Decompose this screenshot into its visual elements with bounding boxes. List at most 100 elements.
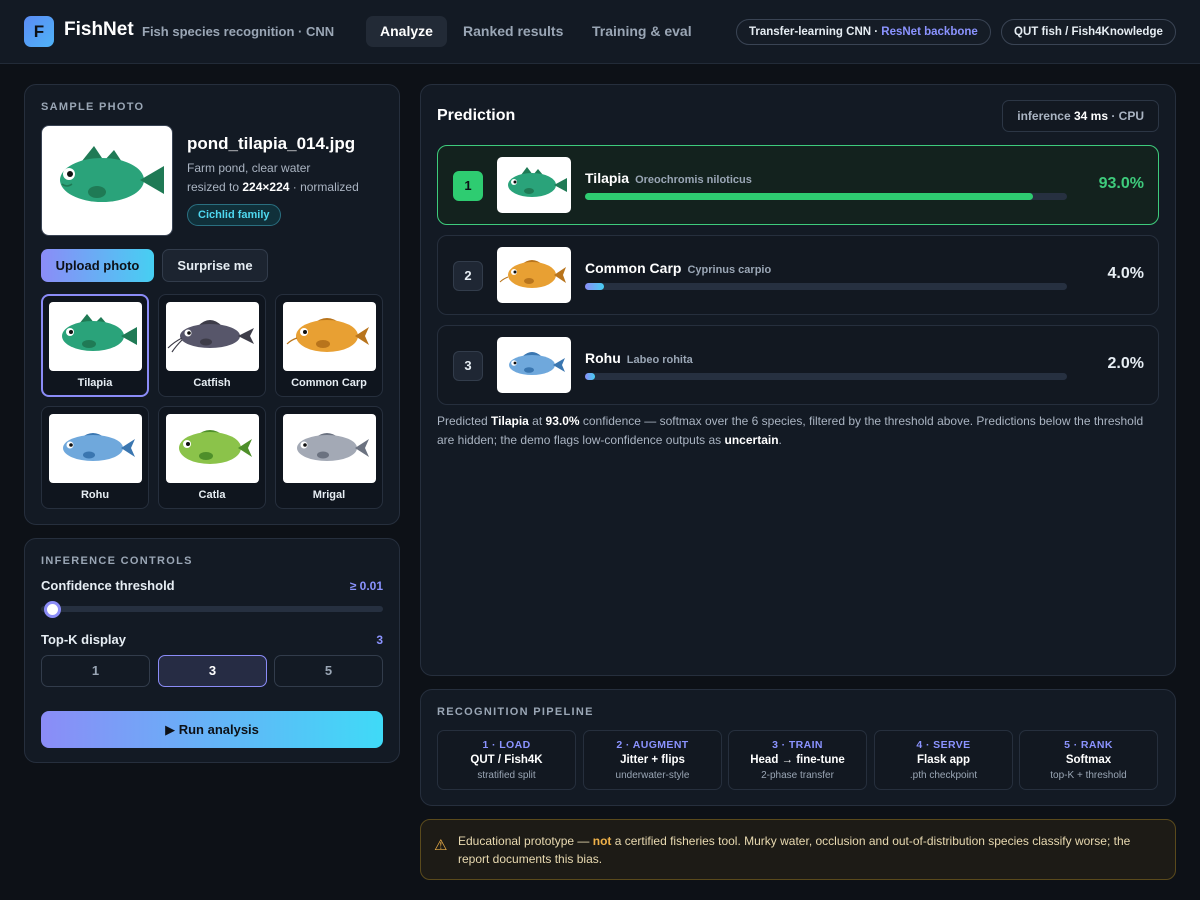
- upload-photo-button[interactable]: Upload photo: [41, 249, 154, 282]
- rank-badge: 3: [453, 351, 483, 381]
- result-common-name: Common Carp: [585, 260, 682, 276]
- confidence-bar-fill: [585, 193, 1034, 200]
- threshold-slider-track[interactable]: [41, 606, 383, 612]
- species-tile-catla[interactable]: Catla: [158, 406, 266, 509]
- tab-training-eval[interactable]: Training & eval: [578, 16, 706, 47]
- step-number: 1 · LOAD: [482, 739, 531, 751]
- step-subtitle: underwater-style: [615, 770, 690, 781]
- pipeline-step-load: 1 · LOAD QUT / Fish4K stratified split: [437, 730, 576, 790]
- step-subtitle: .pth checkpoint: [909, 770, 978, 781]
- summary-percent: 93.0%: [545, 414, 580, 428]
- species-tile-tilapia[interactable]: Tilapia: [41, 294, 149, 397]
- result-name: Rohu Labeo rohita: [585, 350, 693, 366]
- species-tile-rohu[interactable]: Rohu: [41, 406, 149, 509]
- result-card-3[interactable]: 3 Rohu Labeo rohita 2.0%: [437, 325, 1159, 405]
- result-percent: 4.0%: [1107, 265, 1144, 282]
- topk-option-3[interactable]: 3: [158, 655, 267, 687]
- tile-image-mrigal: [283, 414, 376, 483]
- disclaimer-part1: Educational prototype —: [458, 834, 593, 848]
- top-header: F FishNet Fish species recognition · CNN…: [0, 0, 1200, 64]
- result-name: Tilapia Oreochromis niloticus: [585, 170, 752, 186]
- disclaimer-text: Educational prototype — not a certified …: [458, 832, 1163, 868]
- step-subtitle: 2-phase transfer: [761, 770, 834, 781]
- step-number: 3 · TRAIN: [772, 739, 823, 751]
- threshold-slider-thumb[interactable]: [44, 601, 62, 618]
- disclaimer-emphasis: not: [592, 834, 612, 848]
- step-subtitle: top-K + threshold: [1050, 770, 1127, 781]
- step-name: Flask app: [916, 754, 971, 766]
- tile-label: Catfish: [193, 377, 231, 389]
- file-name: pond_tilapia_014.jpg: [187, 134, 356, 153]
- topk-option-5[interactable]: 5: [274, 655, 383, 687]
- species-tile-mrigal[interactable]: Mrigal: [275, 406, 383, 509]
- family-badge: Cichlid family: [187, 204, 281, 226]
- brand-name: FishNet: [64, 19, 134, 40]
- species-tile-common-carp[interactable]: Common Carp: [275, 294, 383, 397]
- inference-prefix: inference: [1017, 109, 1074, 123]
- step-number: 2 · AUGMENT: [616, 739, 689, 751]
- inference-time-box: inference 34 ms · CPU: [1002, 100, 1159, 132]
- topk-value: 3: [376, 633, 383, 647]
- threshold-label: Confidence threshold: [41, 578, 175, 593]
- tilapia-fish-icon: [508, 167, 567, 197]
- catla-fish-icon: [179, 430, 252, 464]
- result-image-rohu: [497, 337, 571, 393]
- tile-label: Common Carp: [291, 377, 367, 389]
- sample-photo-card: SAMPLE PHOTO pond_tilapia_014.jpg Farm p…: [24, 84, 400, 525]
- rohu-fish-icon: [63, 433, 135, 461]
- pipeline-section-label: RECOGNITION PIPELINE: [437, 706, 594, 718]
- inference-controls-card: INFERENCE CONTROLS Confidence threshold …: [24, 538, 400, 763]
- summary-end: .: [778, 433, 782, 447]
- confidence-bar-fill: [585, 283, 605, 290]
- step-name: QUT / Fish4K: [470, 754, 543, 766]
- rohu-fish-icon: [509, 352, 565, 375]
- tab-analyze[interactable]: Analyze: [366, 16, 447, 47]
- result-card-1[interactable]: 1 Tilapia Oreochromis niloticus 93.0%: [437, 145, 1159, 225]
- file-description: Farm pond, clear water: [187, 161, 311, 175]
- prediction-title: Prediction: [437, 107, 516, 124]
- summary-part1: Predicted: [437, 414, 492, 428]
- result-common-name: Tilapia: [585, 170, 630, 186]
- surprise-me-button[interactable]: Surprise me: [162, 249, 268, 282]
- inference-ms: 34 ms: [1073, 109, 1108, 123]
- pipeline-card: RECOGNITION PIPELINE 1 · LOAD QUT / Fish…: [420, 689, 1176, 806]
- tile-image-rohu: [49, 414, 142, 483]
- tile-image-tilapia: [49, 302, 142, 371]
- run-analysis-button[interactable]: ▶ Run analysis: [41, 711, 383, 748]
- confidence-bar: [585, 283, 1067, 290]
- result-card-2[interactable]: 2 Common Carp Cyprinus carpio 4.0%: [437, 235, 1159, 315]
- step-number: 4 · SERVE: [916, 739, 971, 751]
- pipeline-step-train: 3 · TRAIN Head → fine-tune 2-phase trans…: [728, 730, 867, 790]
- step-name: Softmax: [1065, 754, 1112, 766]
- rank-badge: 1: [453, 171, 483, 201]
- prediction-summary: Predicted Tilapia at 93.0% confidence — …: [437, 412, 1152, 450]
- result-percent: 2.0%: [1107, 355, 1144, 372]
- tile-label: Rohu: [80, 489, 110, 501]
- result-percent: 93.0%: [1098, 175, 1144, 192]
- summary-part2: at: [528, 414, 546, 428]
- result-common-name: Rohu: [585, 350, 621, 366]
- confidence-bar-fill: [585, 373, 595, 380]
- summary-uncertain: uncertain: [724, 433, 779, 447]
- carp-fish-icon: [499, 260, 566, 288]
- tile-label: Mrigal: [312, 489, 346, 501]
- tab-ranked-results[interactable]: Ranked results: [449, 16, 577, 47]
- controls-section-label: INFERENCE CONTROLS: [41, 555, 193, 567]
- species-tile-catfish[interactable]: Catfish: [158, 294, 266, 397]
- result-scientific-name: Oreochromis niloticus: [635, 174, 752, 186]
- tilapia-fish-icon: [60, 146, 164, 202]
- resize-suffix: · normalized: [289, 180, 359, 194]
- topk-option-1[interactable]: 1: [41, 655, 150, 687]
- logo-icon: F: [24, 16, 54, 47]
- tile-label: Catla: [198, 489, 226, 501]
- prediction-panel: Prediction inference 34 ms · CPU 1 Tilap…: [420, 84, 1176, 676]
- result-name: Common Carp Cyprinus carpio: [585, 260, 771, 276]
- app-subtitle: Fish species recognition · CNN: [142, 24, 335, 39]
- model-pill-prefix: Transfer-learning CNN ·: [749, 26, 882, 38]
- catfish-fish-icon: [167, 320, 254, 353]
- pipeline-step-rank: 5 · RANK Softmax top-K + threshold: [1019, 730, 1158, 790]
- confidence-bar: [585, 193, 1067, 200]
- pipeline-step-serve: 4 · SERVE Flask app .pth checkpoint: [874, 730, 1013, 790]
- tile-image-catla: [166, 414, 259, 483]
- step-name: Jitter + flips: [620, 754, 685, 766]
